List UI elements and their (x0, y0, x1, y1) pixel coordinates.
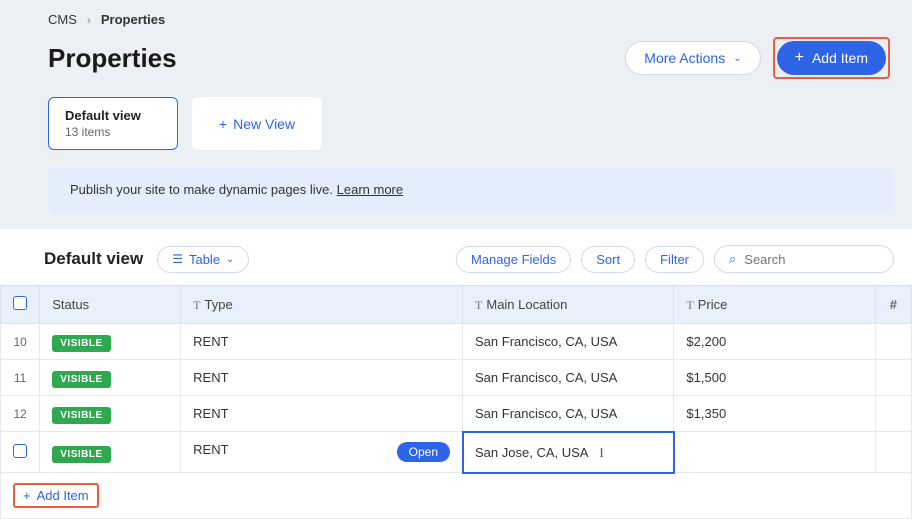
add-item-footer-button[interactable]: + Add Item (13, 483, 99, 508)
row-checkbox[interactable] (13, 444, 27, 458)
open-row-button[interactable]: Open (397, 442, 450, 462)
status-badge: VISIBLE (52, 407, 110, 424)
text-icon: T (475, 298, 482, 312)
breadcrumb-page[interactable]: Properties (101, 12, 165, 27)
chevron-down-icon: ⌄ (226, 254, 234, 265)
plus-icon: + (23, 488, 31, 503)
column-header-extra[interactable]: # (875, 286, 911, 324)
chevron-right-icon: › (87, 13, 91, 27)
new-view-button[interactable]: + New View (192, 97, 322, 150)
search-input[interactable] (744, 252, 879, 267)
column-header-type[interactable]: TType (181, 286, 463, 324)
search-field[interactable]: ⌕ (714, 245, 894, 273)
plus-icon: + (219, 116, 227, 132)
table-row[interactable]: 12 VISIBLE RENT San Francisco, CA, USA $… (1, 396, 912, 432)
add-item-button[interactable]: + Add Item (777, 41, 886, 75)
text-cursor-icon (591, 445, 592, 459)
breadcrumb: CMS › Properties (48, 12, 894, 27)
text-icon: T (686, 298, 693, 312)
properties-table: Status TType TMain Location TPrice # 10 … (0, 285, 912, 473)
column-header-price[interactable]: TPrice (674, 286, 875, 324)
column-header-status[interactable]: Status (40, 286, 181, 324)
table-mode-dropdown[interactable]: ☰ Table ⌄ (157, 246, 249, 273)
manage-fields-button[interactable]: Manage Fields (456, 246, 571, 273)
location-cell-editing[interactable]: San Jose, CA, USA (463, 432, 674, 473)
plus-icon: + (795, 49, 804, 67)
sort-button[interactable]: Sort (581, 246, 635, 273)
table-row-editing[interactable]: VISIBLE RENT Open San Jose, CA, USA (1, 432, 912, 473)
table-row[interactable]: 10 VISIBLE RENT San Francisco, CA, USA $… (1, 324, 912, 360)
filter-button[interactable]: Filter (645, 246, 704, 273)
learn-more-link[interactable]: Learn more (337, 182, 403, 197)
current-view-name: Default view (44, 249, 143, 269)
publish-banner: Publish your site to make dynamic pages … (48, 168, 894, 211)
status-badge: VISIBLE (52, 446, 110, 463)
search-icon: ⌕ (729, 251, 736, 267)
chevron-down-icon: ⌄ (733, 53, 741, 64)
more-actions-button[interactable]: More Actions ⌄ (625, 41, 760, 75)
view-card-default[interactable]: Default view 13 items (48, 97, 178, 150)
status-badge: VISIBLE (52, 335, 110, 352)
select-all-checkbox[interactable] (13, 296, 27, 310)
text-icon: T (193, 298, 200, 312)
breadcrumb-root[interactable]: CMS (48, 12, 77, 27)
list-icon: ☰ (172, 252, 183, 266)
table-row[interactable]: 11 VISIBLE RENT San Francisco, CA, USA $… (1, 360, 912, 396)
status-badge: VISIBLE (52, 371, 110, 388)
column-header-location[interactable]: TMain Location (463, 286, 674, 324)
page-title: Properties (48, 43, 177, 74)
